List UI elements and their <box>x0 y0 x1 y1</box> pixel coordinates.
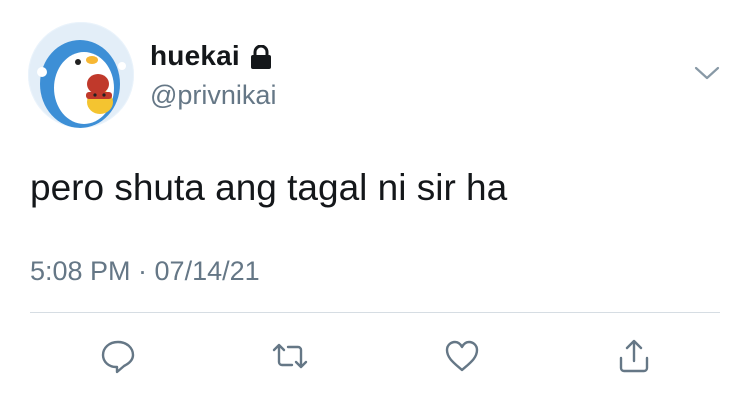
avatar[interactable] <box>28 22 134 128</box>
display-name[interactable]: huekai <box>150 40 272 72</box>
chevron-down-icon[interactable] <box>692 62 722 84</box>
retweet-icon <box>268 336 312 376</box>
tweet-text: pero shuta ang tagal ni sir ha <box>30 167 508 208</box>
share-button[interactable] <box>612 334 656 378</box>
retweet-button[interactable] <box>268 334 312 378</box>
share-icon <box>614 336 654 376</box>
divider <box>30 312 720 313</box>
lock-icon <box>250 44 272 69</box>
tweet-card: huekai @privnikai pero shuta ang tagal n… <box>0 0 750 401</box>
heart-icon <box>442 336 482 376</box>
display-name-label: huekai <box>150 40 240 71</box>
comment-icon <box>98 336 138 376</box>
user-handle[interactable]: @privnikai <box>150 80 276 111</box>
like-button[interactable] <box>440 334 484 378</box>
reply-button[interactable] <box>96 334 140 378</box>
tweet-timestamp[interactable]: 5:08 PM · 07/14/21 <box>30 256 260 287</box>
